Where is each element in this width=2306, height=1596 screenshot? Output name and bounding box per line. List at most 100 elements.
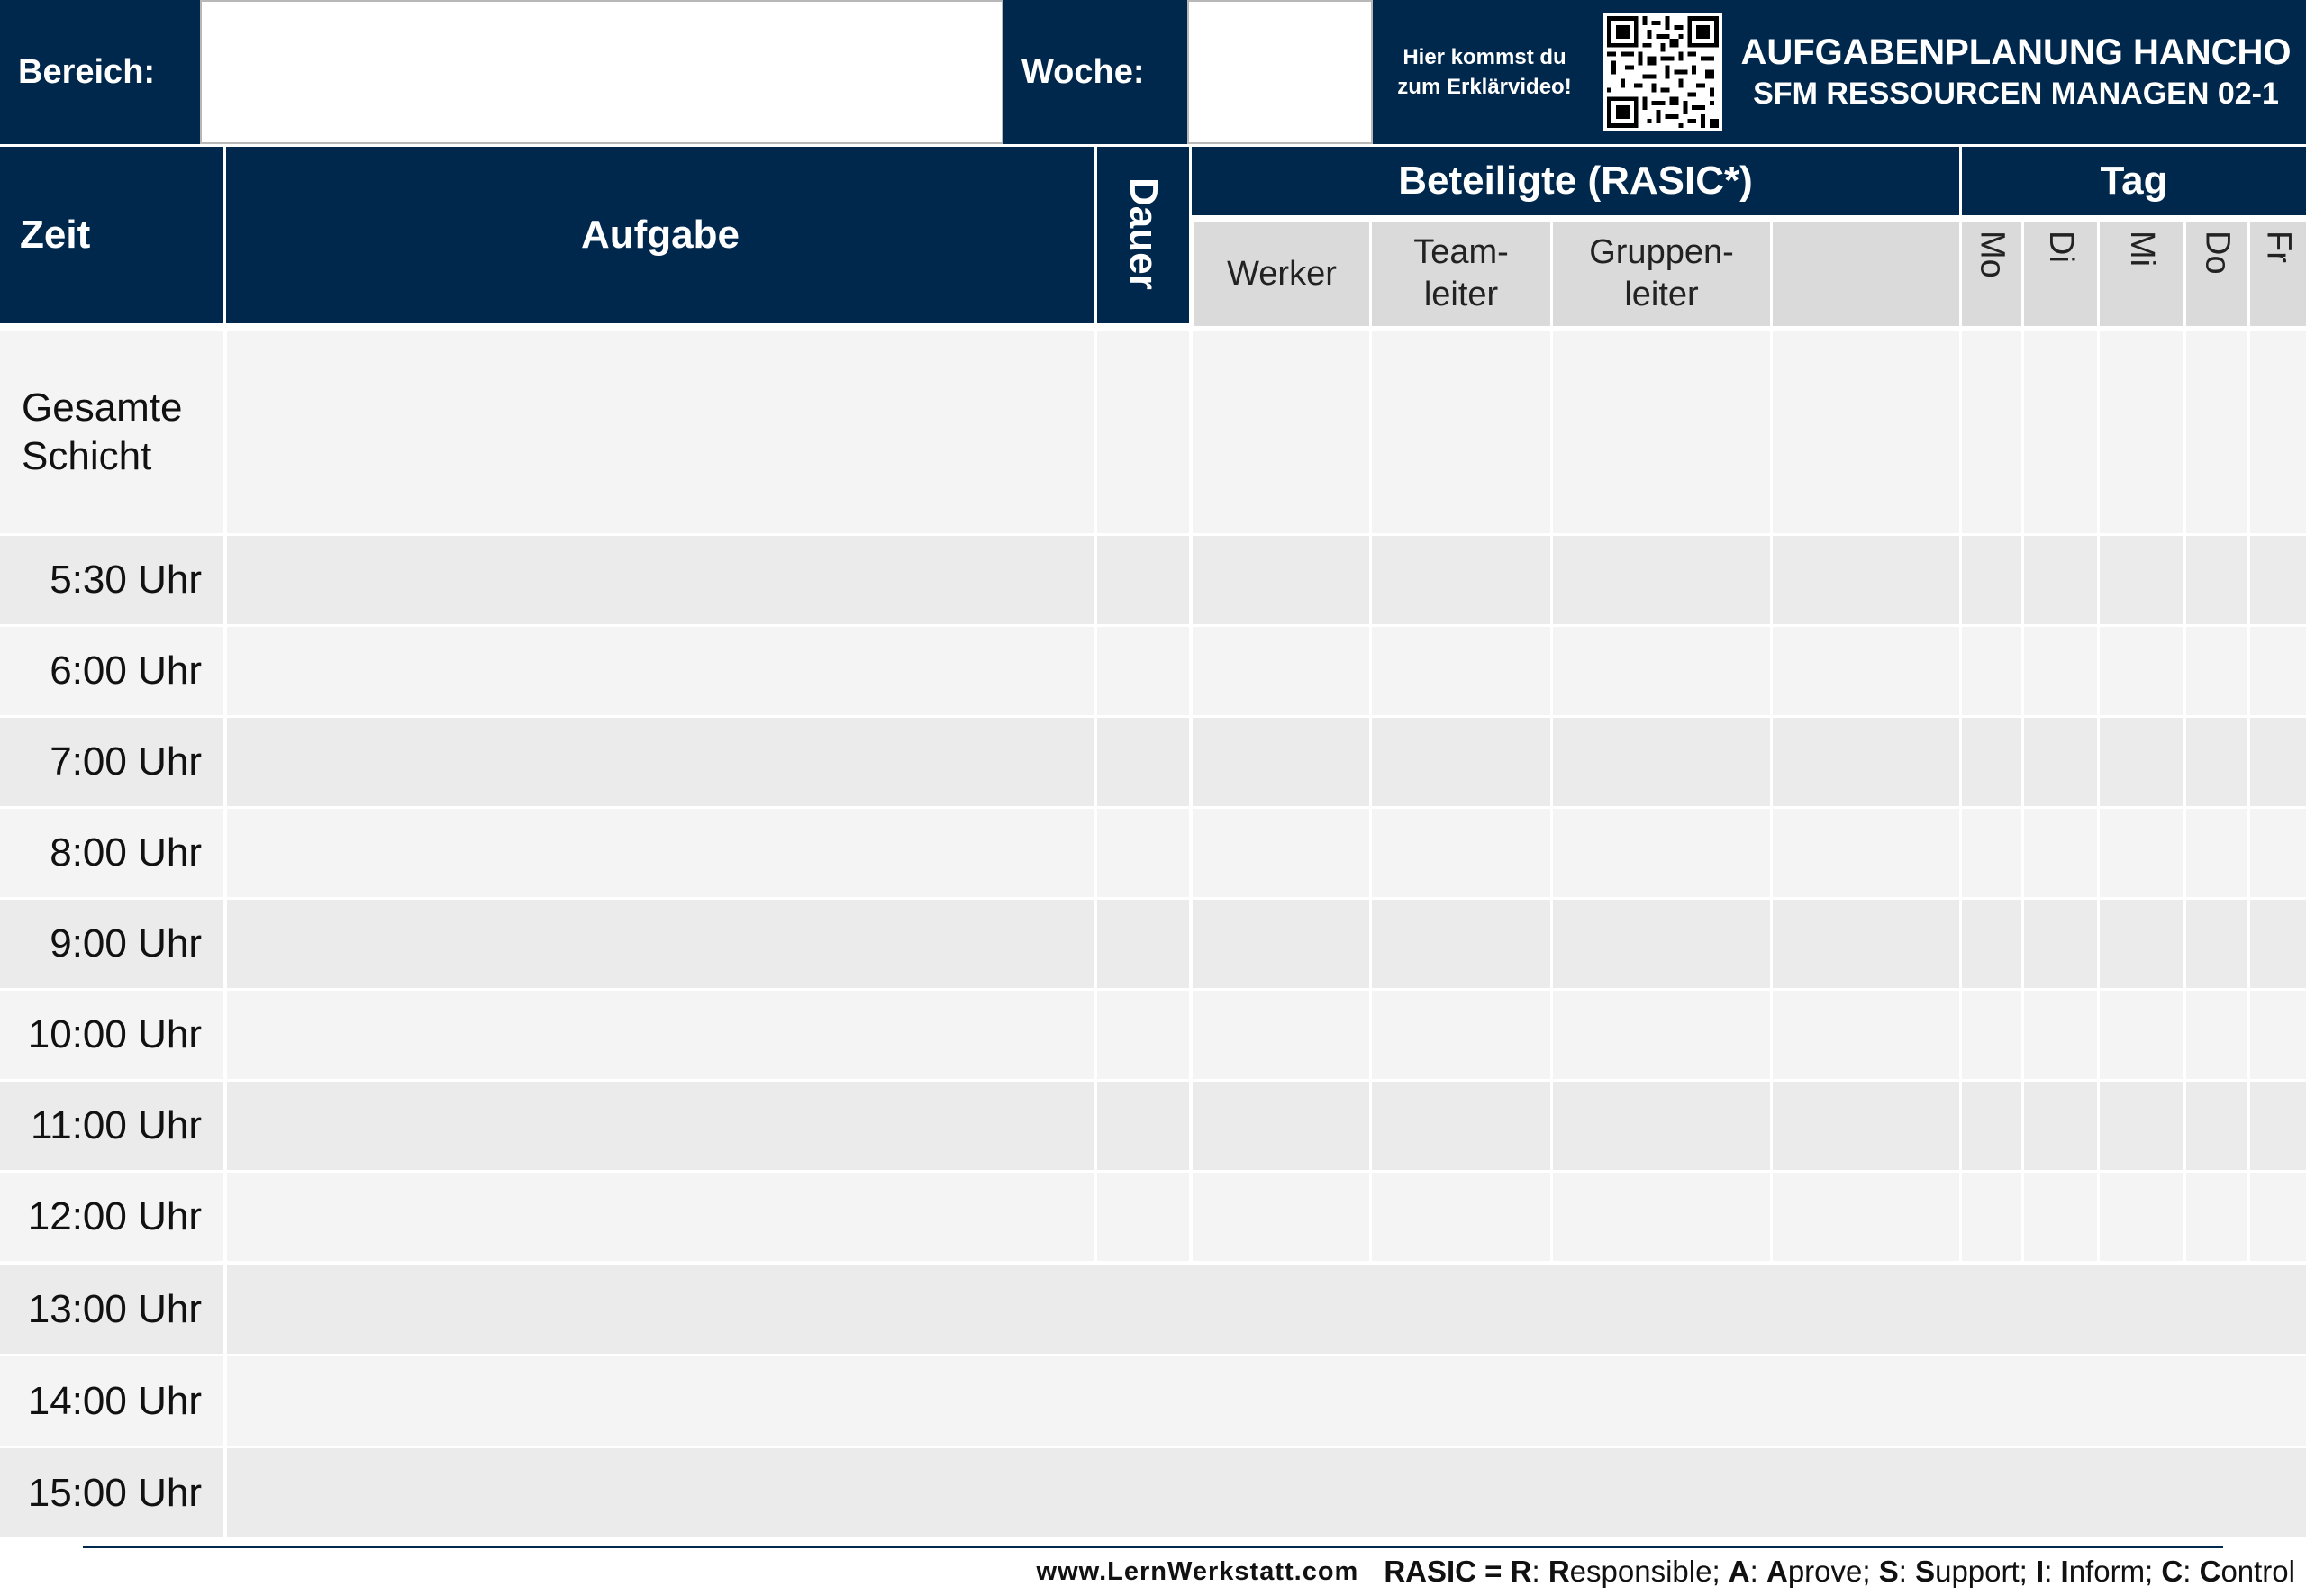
beteiligte-col-werker: Werker: [1194, 222, 1369, 326]
qr-section: Hier kommst du zum Erklärvideo!: [1373, 0, 1726, 144]
document-title: AUFGABENPLANUNG HANCHO SFM RESSOURCEN MA…: [1726, 0, 2306, 144]
teamleiter-label-line1: Team-: [1413, 233, 1509, 271]
rasic-sep: :: [2183, 1555, 2200, 1588]
rasic-initial: C: [2199, 1555, 2221, 1588]
qr-caption: Hier kommst du zum Erklärvideo!: [1376, 42, 1593, 102]
title-sub: SFM RESSOURCEN MANAGEN 02-1: [1753, 77, 2279, 111]
time-cell: 6:00 Uhr: [50, 648, 202, 693]
column-divider: [2183, 222, 2186, 1265]
time-cell: 14:00 Uhr: [27, 1378, 202, 1423]
day-col-di: Di: [2024, 222, 2097, 326]
time-cell: 11:00 Uhr: [31, 1103, 202, 1147]
beteiligte-header-text: Beteiligte (RASIC*): [1398, 159, 1753, 203]
day-fr-label: Fr: [2259, 231, 2298, 263]
rasic-sep: :: [1749, 1555, 1766, 1588]
time-cell: 5:30 Uhr: [50, 558, 202, 602]
day-col-fr: Fr: [2250, 222, 2306, 326]
column-divider: [1550, 326, 1553, 1265]
bereich-field[interactable]: [200, 0, 1003, 144]
column-divider: [1189, 326, 1193, 1265]
footer-rule: [83, 1546, 2223, 1548]
rasic-key: I: [2036, 1555, 2045, 1588]
rasic-key: A: [1728, 1555, 1750, 1588]
beteiligte-header: Beteiligte (RASIC*): [1192, 147, 1959, 215]
column-divider: [2021, 222, 2024, 1265]
col-header-dauer: Dauer: [1097, 147, 1189, 323]
bereich-label-text: Bereich:: [18, 52, 156, 91]
table-row[interactable]: [0, 1448, 2306, 1537]
table-row[interactable]: [0, 1265, 2306, 1354]
col-header-zeit: Zeit: [0, 147, 223, 323]
beteiligte-col-gruppenleiter: Gruppen- leiter: [1553, 222, 1770, 326]
time-cell: 12:00 Uhr: [27, 1194, 202, 1238]
time-cell: 7:00 Uhr: [50, 739, 202, 784]
day-mo-label: Mo: [1973, 231, 2011, 278]
rasic-key: R: [1510, 1555, 1532, 1588]
qr-caption-line1: Hier kommst du: [1403, 45, 1566, 69]
rasic-initial: I: [2060, 1555, 2069, 1588]
teamleiter-label-line2: leiter: [1423, 276, 1499, 313]
rasic-key: S: [1878, 1555, 1899, 1588]
gesamte-label: Gesamte: [22, 385, 183, 430]
column-divider: [2097, 222, 2100, 1265]
rasic-legend-a: A: Aprove;: [1729, 1555, 1879, 1589]
footer: www.LernWerkstatt.com RASIC = R: Respons…: [984, 1551, 2295, 1592]
col-header-aufgabe: Aufgabe: [226, 147, 1094, 323]
qr-code-icon[interactable]: [1603, 13, 1722, 131]
day-col-mi: Mi: [2100, 222, 2183, 326]
rasic-key: C: [2161, 1555, 2183, 1588]
beteiligte-col-empty: [1773, 222, 1959, 326]
tag-header-text: Tag: [2100, 159, 2168, 203]
column-divider: [223, 326, 227, 1538]
bereich-label: Bereich:: [0, 0, 200, 144]
table-row[interactable]: [0, 1356, 2306, 1446]
day-col-do: Do: [2186, 222, 2247, 326]
gruppenleiter-label-line2: leiter: [1624, 276, 1699, 313]
rasic-rest: ontrol: [2220, 1555, 2295, 1588]
column-divider: [1959, 222, 1962, 1265]
rasic-sep: :: [1531, 1555, 1548, 1588]
footer-website[interactable]: www.LernWerkstatt.com: [1037, 1557, 1359, 1587]
rasic-prefix: RASIC =: [1384, 1555, 1511, 1588]
col-header-zeit-text: Zeit: [20, 213, 91, 257]
time-cell: 9:00 Uhr: [50, 921, 202, 966]
day-mi-label: Mi: [2123, 231, 2161, 268]
col-header-dauer-text: Dauer: [1121, 177, 1166, 290]
tag-header: Tag: [1962, 147, 2306, 215]
rasic-initial: A: [1766, 1555, 1788, 1588]
rasic-rest: prove;: [1787, 1555, 1879, 1588]
rasic-rest: nform;: [2068, 1555, 2162, 1588]
time-cell: 15:00 Uhr: [27, 1470, 202, 1515]
column-divider: [2247, 222, 2250, 1265]
time-cell: 13:00 Uhr: [27, 1286, 202, 1331]
day-col-mo: Mo: [1962, 222, 2021, 326]
rasic-rest: esponsible;: [1569, 1555, 1729, 1588]
col-header-aufgabe-text: Aufgabe: [581, 213, 740, 257]
schicht-label: Schicht: [22, 434, 152, 478]
rasic-initial: R: [1548, 1555, 1570, 1588]
day-do-label: Do: [2198, 231, 2237, 275]
time-cell-gesamte-schicht: Gesamte Schicht: [0, 331, 223, 533]
woche-label-text: Woche:: [1021, 52, 1145, 91]
woche-field[interactable]: [1187, 0, 1373, 144]
column-divider: [1369, 326, 1372, 1265]
gruppenleiter-label-line1: Gruppen-: [1589, 233, 1734, 271]
rasic-sep: :: [2044, 1555, 2061, 1588]
rasic-legend-s: S: Support;: [1879, 1555, 2036, 1589]
rasic-initial: S: [1915, 1555, 1936, 1588]
rasic-legend-c: C: Control: [2161, 1555, 2295, 1589]
werker-label: Werker: [1227, 254, 1337, 293]
time-cell: 10:00 Uhr: [27, 1012, 202, 1056]
time-cell: 8:00 Uhr: [50, 830, 202, 875]
rasic-legend-r: R: Responsible;: [1511, 1555, 1729, 1589]
qr-caption-line2: zum Erklärvideo!: [1397, 75, 1572, 99]
rasic-sep: :: [1898, 1555, 1916, 1588]
beteiligte-col-teamleiter: Team- leiter: [1372, 222, 1550, 326]
column-divider: [1770, 326, 1773, 1265]
rasic-legend-i: I: Inform;: [2036, 1555, 2161, 1589]
day-di-label: Di: [2042, 231, 2080, 263]
title-main: AUFGABENPLANUNG HANCHO: [1740, 32, 2292, 72]
column-divider: [1094, 326, 1097, 1265]
rasic-rest: upport;: [1935, 1555, 2037, 1588]
woche-label: Woche:: [1003, 0, 1187, 144]
